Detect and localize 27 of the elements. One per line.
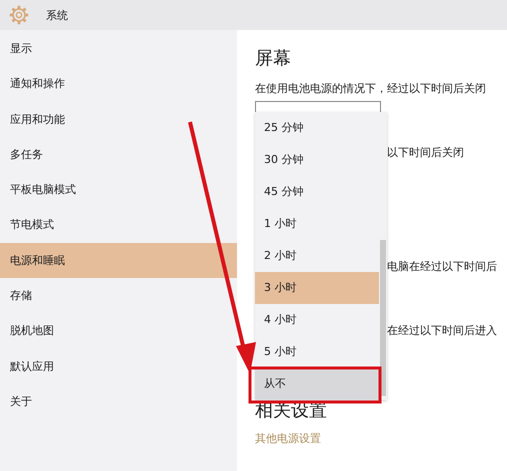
gear-icon [9, 5, 29, 25]
sidebar-item[interactable]: 显示 [0, 31, 237, 66]
dropdown-option[interactable]: 2 小时 [255, 240, 379, 272]
sidebar-item[interactable]: 通知和操作 [0, 66, 237, 102]
sidebar-item[interactable]: 节电模式 [0, 207, 237, 243]
header-title: 系统 [46, 8, 68, 22]
sidebar-item[interactable]: 平板电脑模式 [0, 172, 237, 208]
dropdown-option[interactable]: 45 分钟 [255, 176, 379, 208]
setting-label: 电脑在经过以下时间后 [387, 260, 497, 273]
dropdown-option[interactable]: 3 小时 [255, 272, 379, 304]
sidebar-item[interactable]: 存储 [0, 278, 237, 314]
dropdown-option[interactable]: 4 小时 [255, 304, 379, 336]
sidebar-item[interactable]: 脱机地图 [0, 313, 237, 349]
sidebar-item[interactable]: 电源和睡眠 [0, 242, 237, 278]
setting-label: 以下时间后关闭 [387, 146, 464, 159]
sidebar-item[interactable]: 应用和功能 [0, 102, 237, 137]
dropdown-option[interactable]: 从不 [255, 368, 379, 400]
sidebar-item[interactable]: 多任务 [0, 136, 237, 172]
sidebar-item[interactable]: 默认应用 [0, 348, 237, 384]
dropdown-option[interactable]: 25 分钟 [255, 112, 379, 144]
dropdown-option[interactable]: 5 小时 [255, 336, 379, 368]
section-title: 屏幕 [255, 47, 292, 71]
setting-label: 在经过以下时间后进入 [387, 324, 497, 337]
dropdown-option[interactable]: 1 小时 [255, 208, 379, 240]
sidebar-item[interactable]: 关于 [0, 384, 237, 420]
setting-label: 在使用电池电源的情况下，经过以下时间后关闭 [255, 81, 487, 97]
dropdown-option[interactable]: 30 分钟 [255, 144, 379, 176]
